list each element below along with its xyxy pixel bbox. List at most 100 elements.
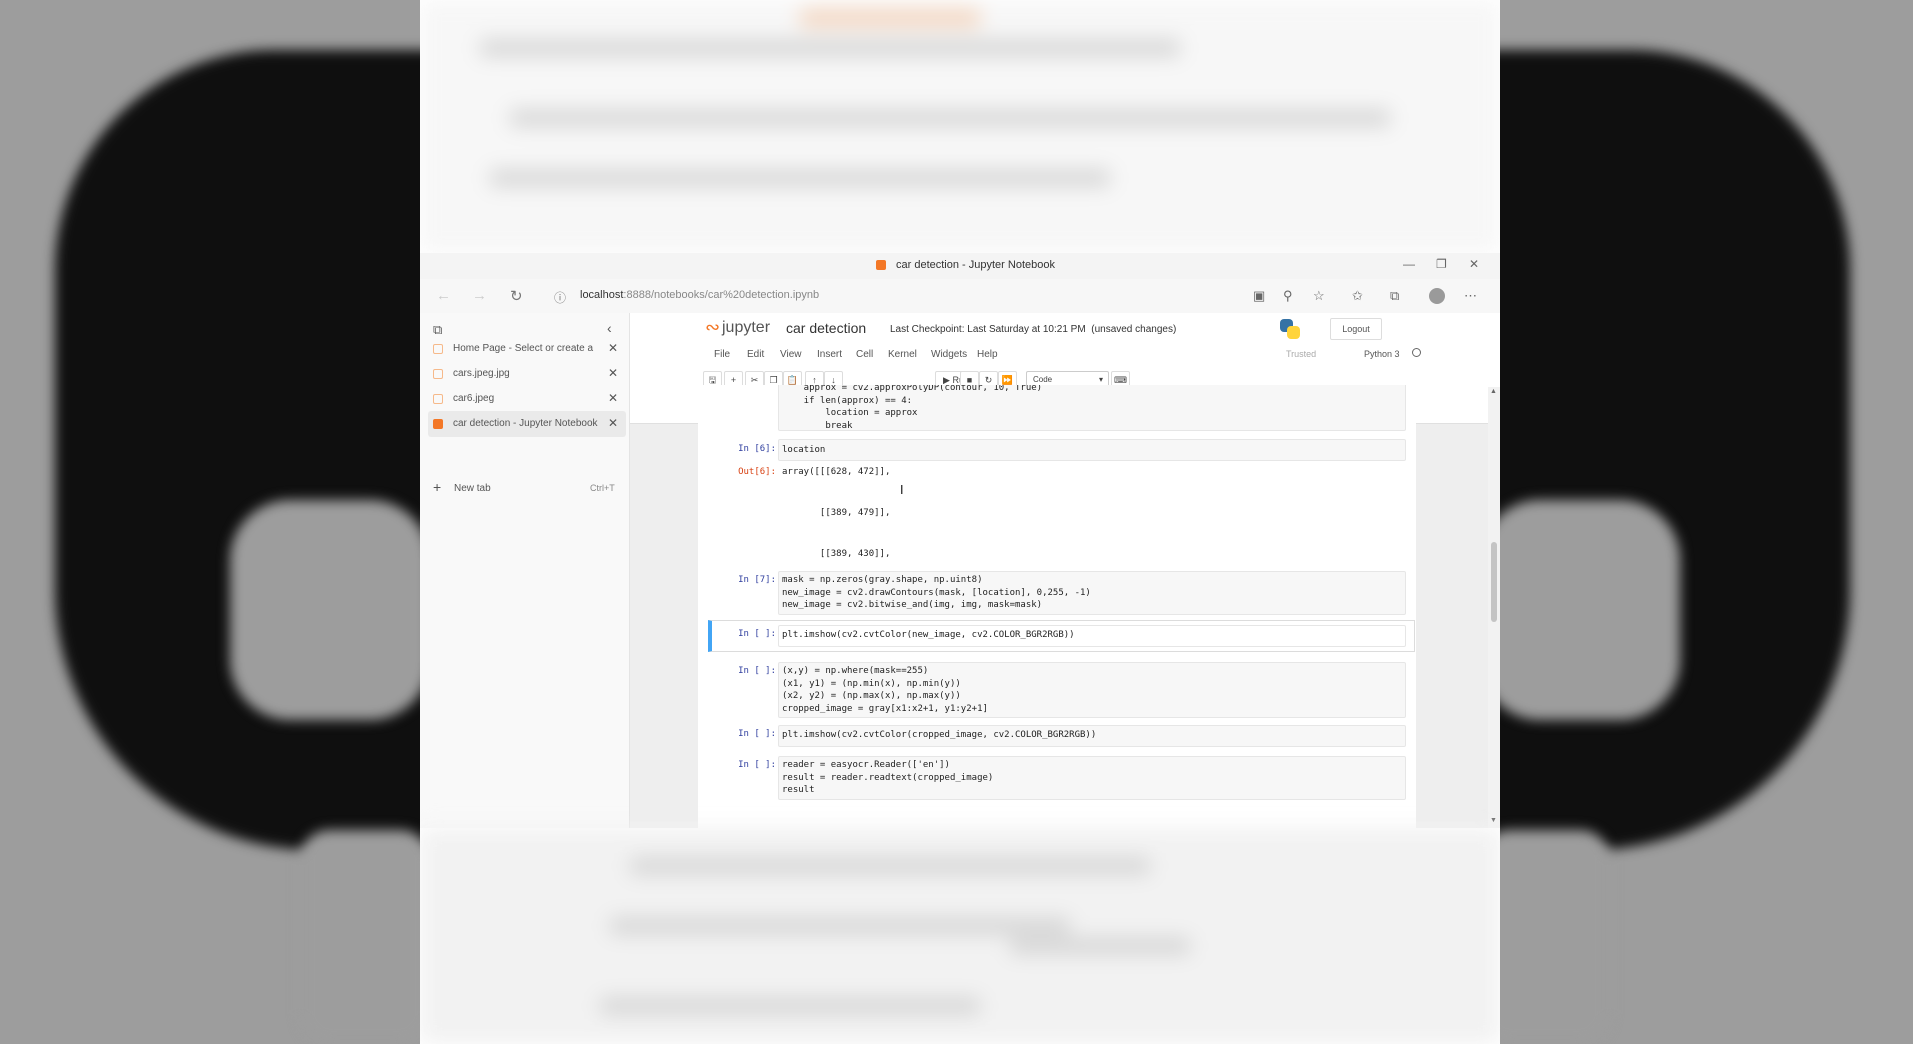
code-cell[interactable]: In [ ]: (x,y) = np.where(mask==255) (x1,… — [698, 662, 1416, 718]
cell-code[interactable]: (x,y) = np.where(mask==255) (x1, y1) = (… — [782, 665, 988, 715]
forward-icon[interactable]: → — [472, 287, 487, 304]
menu-view[interactable]: View — [780, 349, 802, 360]
cell-code[interactable]: mask = np.zeros(gray.shape, np.uint8) ne… — [782, 574, 1091, 612]
blurred-decoration — [1010, 938, 1190, 954]
close-tab-icon[interactable]: ✕ — [608, 366, 618, 380]
blurred-decoration — [480, 40, 1180, 56]
trusted-indicator[interactable]: Trusted — [1286, 349, 1316, 359]
blurred-decoration — [600, 998, 980, 1014]
close-tab-icon[interactable]: ✕ — [608, 416, 618, 430]
minimize-icon[interactable]: — — [1403, 257, 1415, 271]
new-tab-button[interactable]: New tab — [454, 483, 491, 494]
vertical-tab[interactable]: car6.jpeg ✕ — [428, 386, 626, 412]
kernel-name: Python 3 — [1364, 349, 1400, 359]
blurred-decoration — [630, 858, 1150, 874]
cell-input[interactable] — [778, 439, 1406, 461]
vertical-tab-active[interactable]: car detection - Jupyter Notebook ✕ — [428, 411, 626, 437]
jupyter-page: ∾ jupyter car detection Last Checkpoint:… — [630, 313, 1500, 828]
vertical-tab-label: car6.jpeg — [453, 393, 495, 404]
info-icon[interactable]: ⓘ — [554, 289, 566, 306]
jupyter-favicon-icon — [433, 419, 443, 429]
cell-prompt: In [7]: — [738, 575, 776, 585]
blurred-top-region — [420, 0, 1500, 253]
menu-kernel[interactable]: Kernel — [888, 349, 917, 360]
menu-cell[interactable]: Cell — [856, 349, 873, 360]
add-favorite-icon[interactable]: ☆ — [1313, 288, 1325, 304]
blurred-decoration — [510, 110, 1390, 126]
blurred-decoration — [490, 170, 1110, 186]
cell-code[interactable]: reader = easyocr.Reader(['en']) result =… — [782, 759, 993, 797]
vertical-tab[interactable]: cars.jpeg.jpg ✕ — [428, 361, 626, 387]
image-favicon-icon — [433, 394, 443, 404]
blurred-decoration — [610, 918, 1070, 934]
page-scrollbar[interactable]: ▲ ▼ — [1488, 387, 1500, 828]
cell-code[interactable]: plt.imshow(cv2.cvtColor(cropped_image, c… — [782, 729, 1096, 742]
cell-prompt: In [ ]: — [738, 729, 776, 739]
address-bar: ← → ↻ ⓘ localhost:8888/notebooks/car%20d… — [420, 279, 1500, 314]
code-cell[interactable]: In [7]: mask = np.zeros(gray.shape, np.u… — [698, 571, 1416, 615]
blurred-background-right — [1500, 0, 1913, 1044]
cell-code[interactable]: plt.imshow(cv2.cvtColor(new_image, cv2.C… — [782, 629, 1075, 642]
cell-code[interactable]: approx = cv2.approxPolyDP(contour, 10, T… — [782, 385, 1042, 432]
menu-edit[interactable]: Edit — [747, 349, 764, 360]
scroll-thumb[interactable] — [1491, 542, 1497, 622]
unsaved-indicator: (unsaved changes) — [1091, 324, 1177, 335]
url-field[interactable]: localhost:8888/notebooks/car%20detection… — [580, 289, 819, 301]
checkpoint-status: Last Checkpoint: Last Saturday at 10:21 … — [890, 324, 1176, 335]
menu-insert[interactable]: Insert — [817, 349, 842, 360]
collapse-panel-icon[interactable]: ‹ — [607, 320, 612, 336]
image-favicon-icon — [433, 369, 443, 379]
vertical-tab-label: car detection - Jupyter Notebook — [453, 418, 598, 429]
jupyter-favicon-icon — [433, 344, 443, 354]
scroll-up-icon[interactable]: ▲ — [1490, 388, 1497, 395]
collections-icon[interactable]: ⧉ — [1390, 288, 1399, 304]
url-path: :8888/notebooks/car%20detection.ipynb — [623, 289, 820, 301]
reader-view-icon[interactable]: ▣ — [1253, 288, 1265, 304]
python-logo-icon — [1280, 319, 1300, 339]
jupyter-logo-text[interactable]: jupyter — [722, 319, 770, 337]
close-tab-icon[interactable]: ✕ — [608, 341, 618, 355]
code-cell[interactable]: approx = cv2.approxPolyDP(contour, 10, T… — [698, 385, 1416, 433]
favorites-icon[interactable]: ✩ — [1352, 288, 1363, 304]
window-titlebar: car detection - Jupyter Notebook — ❐ ✕ — [420, 253, 1500, 279]
close-tab-icon[interactable]: ✕ — [608, 391, 618, 405]
url-host: localhost — [580, 289, 624, 301]
text-cursor-icon: Ⅰ — [900, 483, 904, 497]
back-icon[interactable]: ← — [436, 287, 451, 304]
code-cell[interactable]: In [ ]: plt.imshow(cv2.cvtColor(new_imag… — [698, 625, 1416, 647]
blurred-decoration — [800, 10, 980, 26]
menu-file[interactable]: File — [714, 349, 730, 360]
code-cell[interactable]: In [6]: location — [698, 439, 1416, 461]
blurred-background-left — [0, 0, 420, 1044]
car-silhouette-shape — [1500, 50, 1850, 850]
car-silhouette-shape — [230, 500, 420, 720]
logout-button[interactable]: Logout — [1330, 318, 1382, 340]
cell-code[interactable]: location — [782, 444, 825, 457]
cell-prompt: In [ ]: — [738, 666, 776, 676]
output-cell: Out[6]: array([[[628, 472]], [[389, 479]… — [698, 465, 1416, 600]
notebook-name[interactable]: car detection — [786, 320, 866, 336]
close-window-icon[interactable]: ✕ — [1469, 257, 1479, 271]
jupyter-logo-icon[interactable]: ∾ — [705, 317, 720, 338]
car-silhouette-shape — [300, 830, 420, 1044]
code-cell[interactable]: In [ ]: plt.imshow(cv2.cvtColor(cropped_… — [698, 725, 1416, 747]
plus-icon[interactable]: + — [433, 479, 441, 495]
output-prompt: Out[6]: — [738, 467, 776, 477]
scroll-down-icon[interactable]: ▼ — [1490, 817, 1497, 824]
vertical-tab-label: Home Page - Select or create a — [453, 343, 594, 354]
notebook-container: approx = cv2.approxPolyDP(contour, 10, T… — [698, 385, 1416, 828]
video-frame: car detection - Jupyter Notebook — ❐ ✕ ←… — [420, 0, 1500, 1044]
vertical-tab[interactable]: Home Page - Select or create a ✕ — [428, 336, 626, 362]
zoom-icon[interactable]: ⚲ — [1283, 288, 1293, 304]
restore-icon[interactable]: ❐ — [1436, 257, 1447, 271]
profile-avatar[interactable] — [1429, 288, 1445, 304]
menu-help[interactable]: Help — [977, 349, 998, 360]
code-cell[interactable]: In [ ]: reader = easyocr.Reader(['en']) … — [698, 756, 1416, 800]
refresh-icon[interactable]: ↻ — [510, 287, 523, 305]
blurred-bottom-region — [420, 828, 1500, 1044]
more-menu-icon[interactable]: ⋯ — [1464, 288, 1477, 304]
kernel-status-icon — [1412, 348, 1421, 357]
jupyter-favicon-icon — [876, 260, 886, 270]
car-silhouette-shape — [55, 50, 420, 850]
menu-widgets[interactable]: Widgets — [931, 349, 967, 360]
